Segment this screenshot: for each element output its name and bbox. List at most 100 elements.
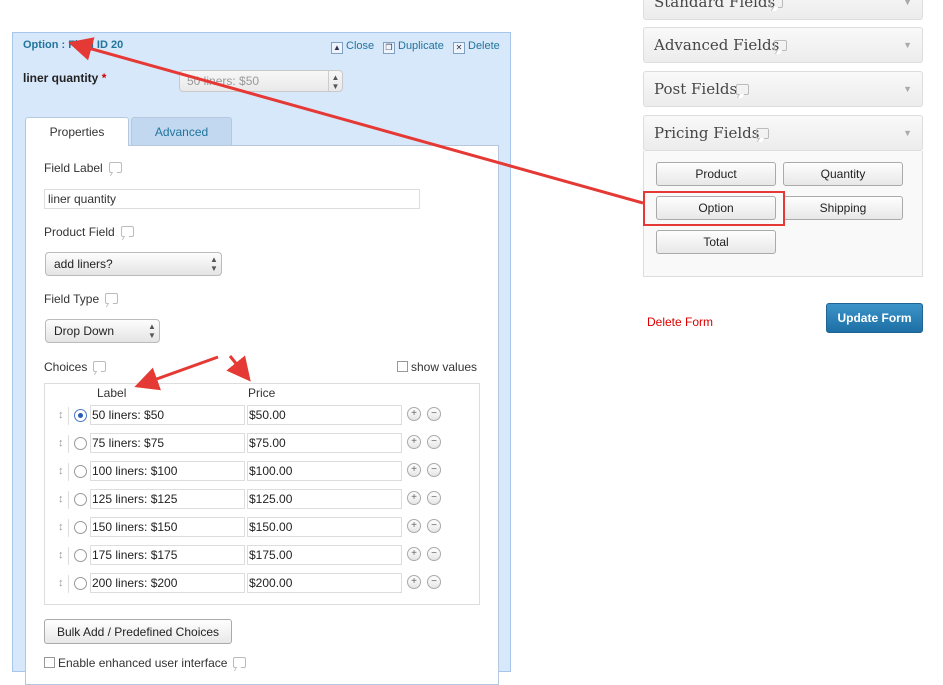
post-fields-group[interactable]: Post Fields ▼ — [643, 71, 923, 107]
drag-handle-icon[interactable]: ↕ — [58, 549, 64, 561]
add-quantity-button[interactable]: Quantity — [783, 162, 903, 186]
remove-choice-icon[interactable]: − — [427, 407, 441, 421]
choice-row: ↕ 75 liners: $75 $75.00 + − — [54, 433, 454, 455]
choice-price-input[interactable]: $175.00 — [247, 545, 402, 565]
drag-handle-icon[interactable]: ↕ — [58, 577, 64, 589]
drag-handle-icon[interactable]: ↕ — [58, 521, 64, 533]
add-choice-icon[interactable]: + — [407, 463, 421, 477]
choice-label-input[interactable]: 150 liners: $150 — [90, 517, 245, 537]
field-editor-title: Option : Field ID 20 — [23, 39, 124, 51]
product-field-select[interactable]: add liners? ▲ ▼ — [45, 252, 222, 276]
advanced-fields-group[interactable]: Advanced Fields ▼ — [643, 27, 923, 63]
choice-label-input[interactable]: 75 liners: $75 — [90, 433, 245, 453]
divider — [68, 547, 69, 565]
choice-label-input[interactable]: 200 liners: $200 — [90, 573, 245, 593]
divider — [68, 519, 69, 537]
add-shipping-button[interactable]: Shipping — [783, 196, 903, 220]
remove-choice-icon[interactable]: − — [427, 547, 441, 561]
add-choice-icon[interactable]: + — [407, 519, 421, 533]
close-action[interactable]: ▲ Close — [331, 40, 374, 54]
choice-price-input[interactable]: $125.00 — [247, 489, 402, 509]
field-label-title: Field Label — [44, 161, 122, 175]
select-arrows-icon: ▲ ▼ — [148, 322, 156, 340]
help-icon[interactable] — [105, 293, 119, 304]
remove-choice-icon[interactable]: − — [427, 575, 441, 589]
choice-row: ↕ 150 liners: $150 $150.00 + − — [54, 517, 454, 539]
chevron-down-icon: ▼ — [903, 128, 912, 138]
enhanced-ui-option[interactable]: Enable enhanced user interface — [44, 656, 247, 670]
close-icon: ▲ — [331, 42, 343, 54]
field-type-select[interactable]: Drop Down ▲ ▼ — [45, 319, 160, 343]
add-choice-icon[interactable]: + — [407, 491, 421, 505]
field-editor: Option : Field ID 20 ▲ Close ❐ Duplicate ✕… — [12, 32, 511, 685]
choices-col-label: Label — [97, 386, 127, 400]
add-choice-icon[interactable]: + — [407, 407, 421, 421]
add-choice-icon[interactable]: + — [407, 435, 421, 449]
tab-properties[interactable]: Properties — [25, 117, 129, 146]
field-label-input[interactable]: liner quantity — [44, 189, 420, 209]
remove-choice-icon[interactable]: − — [427, 463, 441, 477]
drag-handle-icon[interactable]: ↕ — [58, 493, 64, 505]
choice-price-input[interactable]: $200.00 — [247, 573, 402, 593]
duplicate-action[interactable]: ❐ Duplicate — [383, 40, 444, 54]
choice-price-input[interactable]: $150.00 — [247, 517, 402, 537]
pricing-fields-group[interactable]: Pricing Fields ▼ — [643, 115, 923, 151]
delete-action[interactable]: ✕ Delete — [453, 40, 500, 54]
select-arrows-icon: ▲ ▼ — [210, 255, 218, 273]
bulk-add-button[interactable]: Bulk Add / Predefined Choices — [44, 619, 232, 644]
show-values-checkbox[interactable] — [397, 361, 408, 372]
delete-form-link[interactable]: Delete Form — [647, 315, 713, 329]
help-icon[interactable] — [756, 128, 769, 139]
help-icon[interactable] — [233, 657, 247, 668]
duplicate-icon: ❐ — [383, 42, 395, 54]
drag-handle-icon[interactable]: ↕ — [58, 465, 64, 477]
remove-choice-icon[interactable]: − — [427, 491, 441, 505]
help-icon[interactable] — [108, 162, 122, 173]
divider — [68, 491, 69, 509]
delete-icon: ✕ — [453, 42, 465, 54]
choice-row: ↕ 50 liners: $50 $50.00 + − — [54, 405, 454, 427]
choice-default-radio[interactable] — [74, 409, 87, 422]
drag-handle-icon[interactable]: ↕ — [58, 437, 64, 449]
field-preview-select[interactable]: 50 liners: $50 ▲ ▼ — [179, 70, 343, 92]
choice-label-input[interactable]: 175 liners: $175 — [90, 545, 245, 565]
tab-advanced[interactable]: Advanced — [131, 117, 232, 145]
choice-row: ↕ 175 liners: $175 $175.00 + − — [54, 545, 454, 567]
remove-choice-icon[interactable]: − — [427, 435, 441, 449]
help-icon[interactable] — [93, 361, 107, 372]
choice-label-input[interactable]: 50 liners: $50 — [90, 405, 245, 425]
add-total-button[interactable]: Total — [656, 230, 776, 254]
choice-label-input[interactable]: 125 liners: $125 — [90, 489, 245, 509]
choices-col-price: Price — [248, 386, 276, 400]
choice-price-input[interactable]: $75.00 — [247, 433, 402, 453]
required-marker: * — [101, 71, 107, 85]
help-icon[interactable] — [120, 226, 134, 237]
choice-default-radio[interactable] — [74, 549, 87, 562]
choice-default-radio[interactable] — [74, 493, 87, 506]
choice-default-radio[interactable] — [74, 465, 87, 478]
update-form-button[interactable]: Update Form — [826, 303, 923, 333]
choice-price-input[interactable]: $100.00 — [247, 461, 402, 481]
choice-default-radio[interactable] — [74, 437, 87, 450]
add-product-button[interactable]: Product — [656, 162, 776, 186]
choice-price-input[interactable]: $50.00 — [247, 405, 402, 425]
divider — [68, 407, 69, 425]
drag-handle-icon[interactable]: ↕ — [58, 409, 64, 421]
help-icon[interactable] — [770, 0, 783, 8]
show-values-toggle[interactable]: show values — [397, 360, 477, 374]
remove-choice-icon[interactable]: − — [427, 519, 441, 533]
field-preview-label: liner quantity * — [23, 71, 107, 85]
standard-fields-group[interactable]: Standard Fields ▼ — [643, 0, 923, 20]
choice-default-radio[interactable] — [74, 577, 87, 590]
choice-default-radio[interactable] — [74, 521, 87, 534]
add-choice-icon[interactable]: + — [407, 575, 421, 589]
enhanced-ui-checkbox[interactable] — [44, 657, 55, 668]
choice-label-input[interactable]: 100 liners: $100 — [90, 461, 245, 481]
field-editor-header: Option : Field ID 20 ▲ Close ❐ Duplicate ✕… — [13, 33, 510, 59]
chevron-down-icon: ▼ — [903, 0, 912, 7]
divider — [68, 463, 69, 481]
help-icon[interactable] — [774, 40, 787, 51]
help-icon[interactable] — [736, 84, 749, 95]
add-choice-icon[interactable]: + — [407, 547, 421, 561]
choice-row: ↕ 100 liners: $100 $100.00 + − — [54, 461, 454, 483]
